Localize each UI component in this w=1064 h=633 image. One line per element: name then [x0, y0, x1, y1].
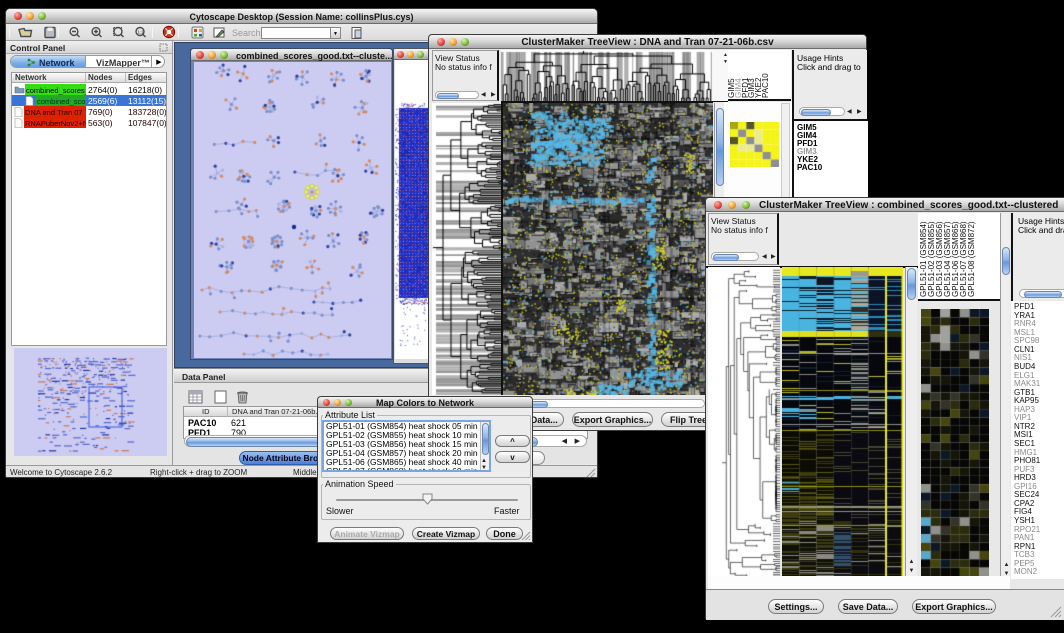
svg-text:1:1: 1:1 — [137, 30, 144, 35]
